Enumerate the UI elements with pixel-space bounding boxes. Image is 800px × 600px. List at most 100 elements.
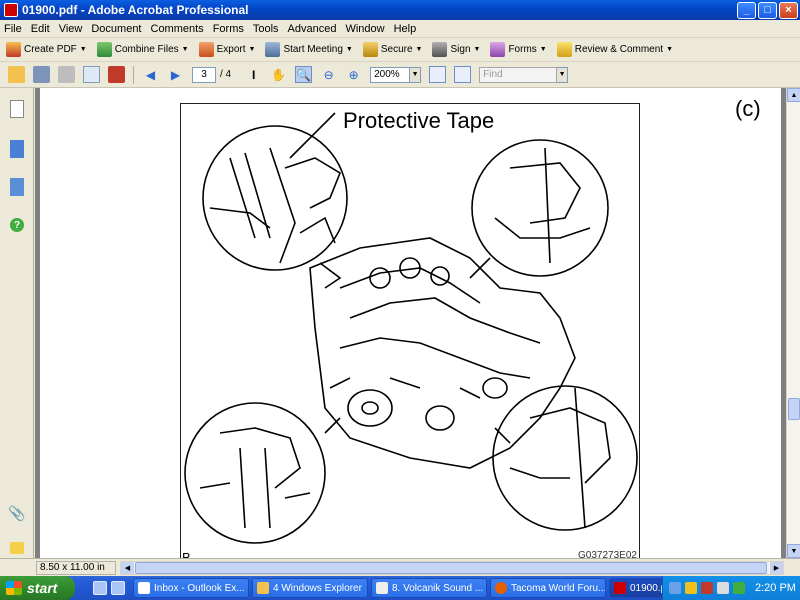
review-comment-icon [556,42,572,57]
document-area[interactable]: (c) Protective Tape B G037273E02 [35,88,786,558]
menu-view[interactable]: View [59,23,83,35]
menu-bar: File Edit View Document Comments Forms T… [0,20,800,38]
attachments-icon[interactable]: 📎 [8,504,26,522]
antivirus-icon[interactable] [701,582,713,594]
pages-icon[interactable] [10,100,24,118]
browser-icon [376,582,388,594]
next-page-icon[interactable]: ▶ [167,66,184,83]
zoom-level-input[interactable]: 200% [370,66,411,83]
fit-width-icon[interactable] [429,66,447,83]
vertical-scrollbar[interactable]: ▲ ▼ [786,88,800,558]
forms-label: Forms [508,44,537,55]
secure-label: Secure [380,44,413,55]
title-bar: 01900.pdf - Adobe Acrobat Professional _… [0,0,800,20]
comments-icon[interactable] [10,542,24,554]
start-button[interactable]: start [0,576,75,600]
create-pdf-button[interactable]: Create PDF ▼ [6,42,87,57]
task-label: Inbox - Outlook Ex... [154,582,245,594]
task-tacoma-world[interactable]: Tacoma World Foru... [490,578,606,598]
chevron-down-icon: ▼ [415,46,423,53]
combine-files-icon [96,42,112,57]
system-tray: 2:20 PM [662,576,800,600]
bookmarks-icon[interactable] [10,140,24,158]
help-icon[interactable]: ? [10,218,24,232]
scroll-left-icon[interactable]: ◀ [121,562,134,574]
chevron-down-icon: ▼ [473,46,481,53]
save-icon[interactable] [33,66,50,83]
secure-button[interactable]: Secure ▼ [362,42,423,57]
export-icon [198,42,214,57]
network-icon[interactable] [669,582,681,594]
previous-page-icon[interactable]: ◀ [142,66,159,83]
folder-icon [257,582,269,594]
create-pdf-icon [6,42,21,57]
forms-button[interactable]: Forms ▼ [490,42,547,57]
quick-launch-icon[interactable] [111,581,125,595]
close-button[interactable]: × [779,1,798,19]
windows-logo-icon [6,581,22,595]
horizontal-scrollbar[interactable]: ◀ ▶ [120,561,784,575]
task-volcanik-sound[interactable]: 8. Volcanik Sound ... [371,578,487,598]
find-dropdown-icon[interactable]: ▼ [557,66,569,83]
zoom-out-icon[interactable]: ⊖ [320,66,337,83]
create-pdf-label: Create PDF [24,44,77,55]
toolbar-separator [133,65,134,84]
hand-tool-icon[interactable]: ✋ [270,66,287,83]
menu-edit[interactable]: Edit [31,23,50,35]
scroll-down-icon[interactable]: ▼ [787,544,800,558]
menu-tools[interactable]: Tools [253,23,279,35]
volume-icon[interactable] [717,582,729,594]
zoom-dropdown-icon[interactable]: ▼ [410,66,422,83]
messenger-icon[interactable] [733,582,745,594]
vertical-scroll-thumb[interactable] [788,398,800,420]
page-number-input[interactable]: 3 [192,66,216,83]
task-windows-explorer[interactable]: 4 Windows Explorer [252,578,368,598]
start-meeting-label: Start Meeting [283,44,343,55]
open-folder-icon[interactable] [8,66,25,83]
menu-window[interactable]: Window [345,23,384,35]
menu-file[interactable]: File [4,23,22,35]
menu-document[interactable]: Document [91,23,141,35]
pdf-page: (c) Protective Tape B G037273E02 [40,88,781,558]
fit-page-icon[interactable] [454,66,472,83]
menu-help[interactable]: Help [394,23,417,35]
status-bar: 8.50 x 11.00 in ◀ ▶ [0,558,800,576]
menu-comments[interactable]: Comments [151,23,204,35]
select-text-icon[interactable]: I [245,66,262,83]
find-input[interactable]: Find [479,66,558,83]
signatures-icon[interactable] [10,178,24,196]
pen-icon [432,42,448,57]
outlook-icon [138,582,150,594]
taskbar: start Inbox - Outlook Ex... 4 Windows Ex… [0,576,800,600]
maximize-button[interactable]: □ [758,1,777,19]
task-label: 4 Windows Explorer [273,582,362,594]
zoom-tool-icon[interactable]: 🔍 [295,66,313,83]
camera-icon[interactable] [108,66,125,83]
task-label: Tacoma World Foru... [511,582,606,594]
navigation-toolbar: ◀ ▶ 3 / 4 I ✋ 🔍 ⊖ ⊕ 200% ▼ Find ▼ [0,62,800,88]
scroll-up-icon[interactable]: ▲ [787,88,800,102]
combine-files-label: Combine Files [114,44,179,55]
horizontal-scroll-thumb[interactable] [135,562,767,574]
quick-launch-icon[interactable] [93,581,107,595]
task-label: 8. Volcanik Sound ... [392,582,484,594]
menu-advanced[interactable]: Advanced [288,23,337,35]
menu-forms[interactable]: Forms [213,23,244,35]
email-icon[interactable] [83,66,100,83]
security-warning-icon[interactable] [685,582,697,594]
chevron-down-icon: ▼ [248,46,256,53]
figure-label-b: B [182,550,191,558]
combine-files-button[interactable]: Combine Files ▼ [96,42,189,57]
task-outlook-express[interactable]: Inbox - Outlook Ex... [133,578,249,598]
print-icon[interactable] [58,66,75,83]
lock-icon [362,42,378,57]
review-comment-button[interactable]: Review & Comment ▼ [556,42,673,57]
minimize-button[interactable]: _ [737,1,756,19]
zoom-in-icon[interactable]: ⊕ [345,66,362,83]
navigation-pane: ? 📎 [0,88,34,558]
start-meeting-button[interactable]: Start Meeting ▼ [265,42,353,57]
export-button[interactable]: Export ▼ [198,42,256,57]
chevron-down-icon: ▼ [79,46,87,53]
scroll-right-icon[interactable]: ▶ [770,562,783,574]
sign-button[interactable]: Sign ▼ [432,42,480,57]
